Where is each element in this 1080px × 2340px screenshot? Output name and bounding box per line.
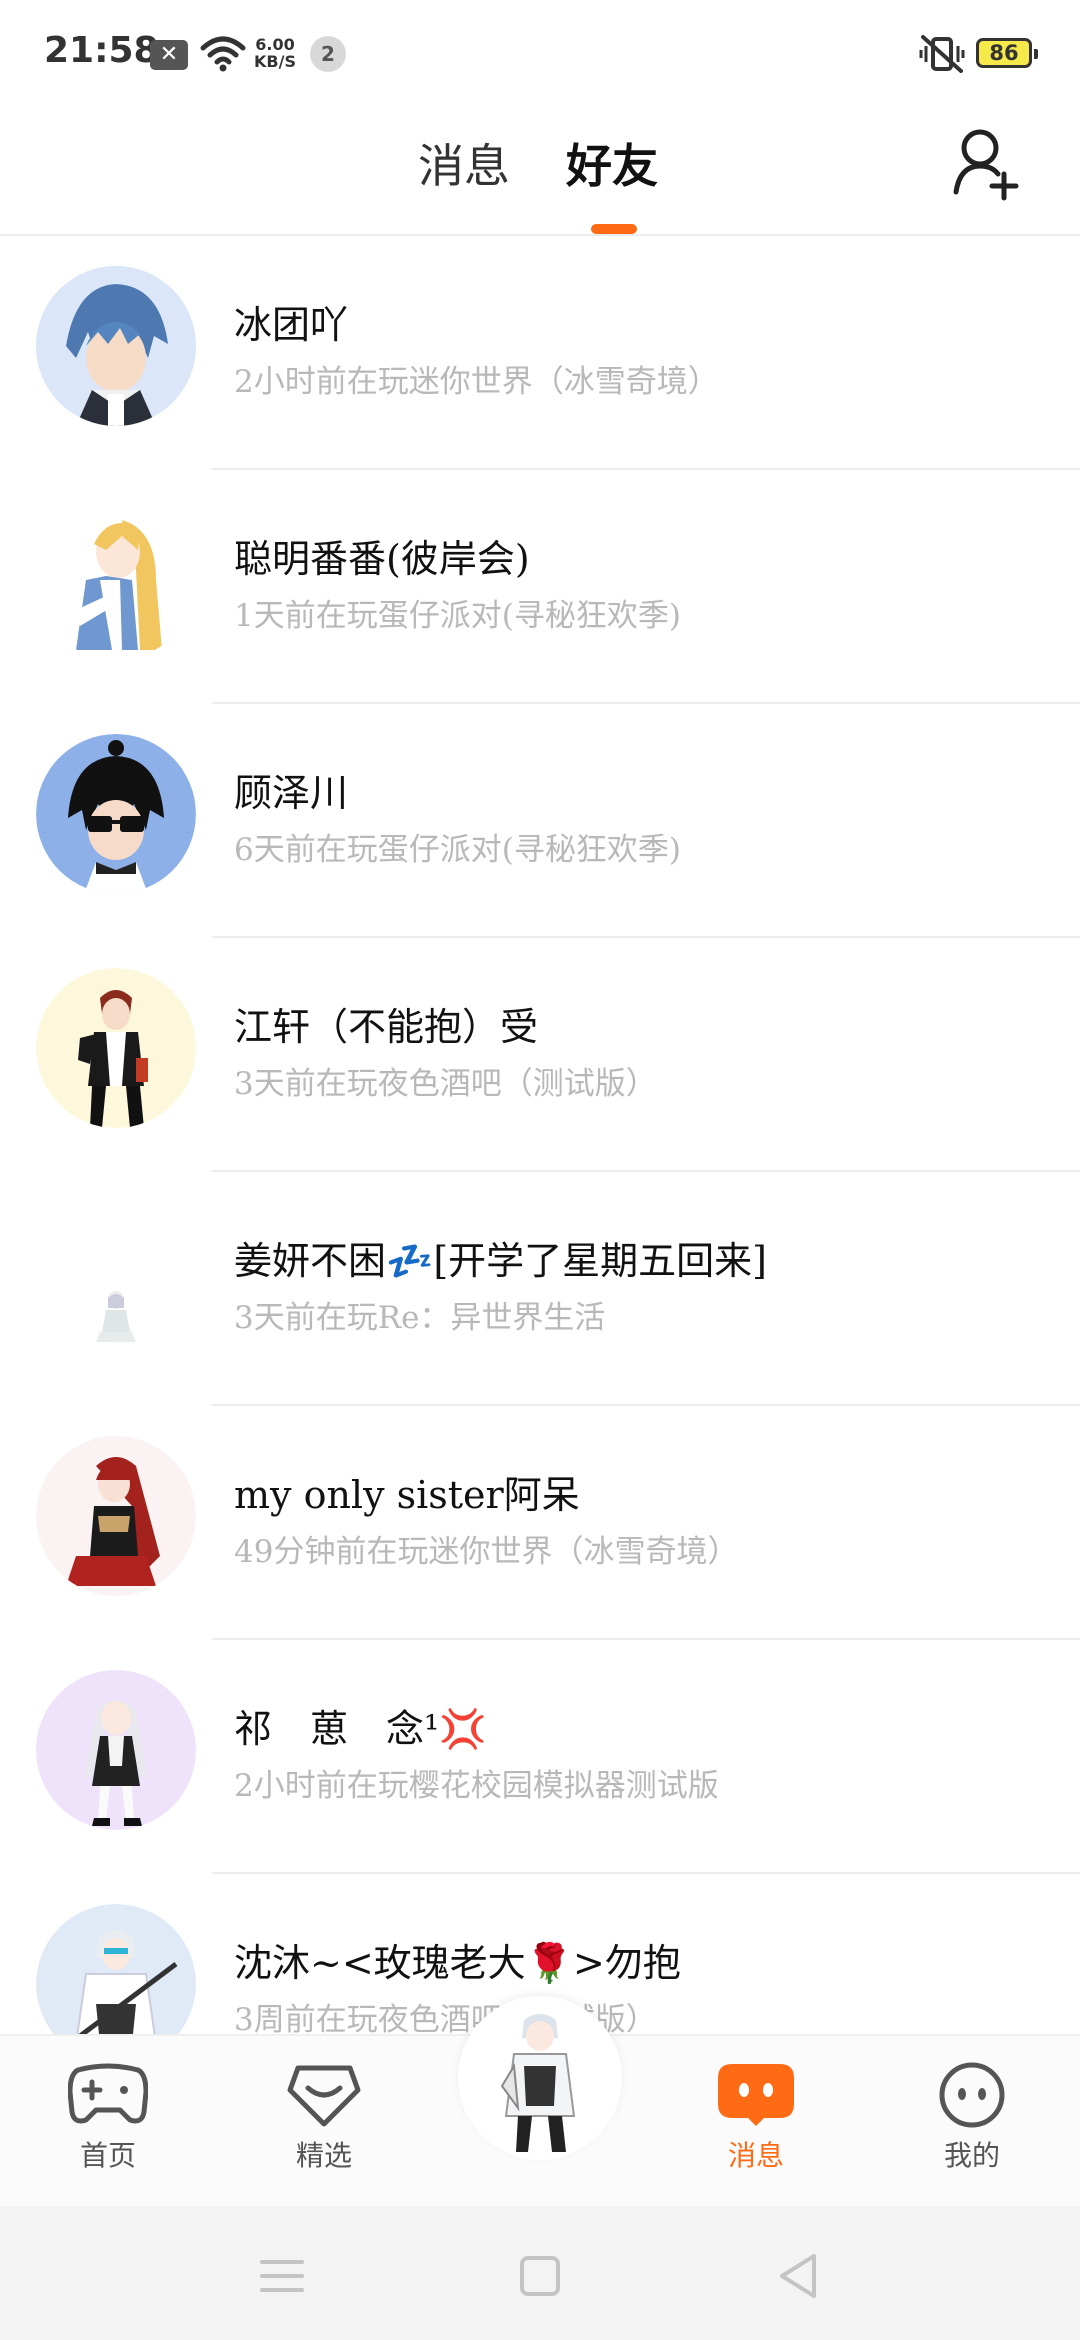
friend-avatar[interactable] xyxy=(36,1202,196,1362)
friend-avatar[interactable] xyxy=(36,1904,196,2034)
friend-avatar[interactable] xyxy=(36,1670,196,1830)
gamepad-icon xyxy=(68,2063,148,2124)
battery-indicator: 86 xyxy=(976,38,1038,68)
friend-status: 1天前在玩蛋仔派对(寻秘狂欢季) xyxy=(234,598,681,634)
friend-avatar[interactable] xyxy=(36,266,196,426)
friend-avatar[interactable] xyxy=(36,734,196,894)
friend-status: 3天前在玩Re：异世界生活 xyxy=(234,1300,606,1336)
friend-name: 姜妍不困💤[开学了星期五回来] xyxy=(234,1239,767,1283)
smiley-face-icon xyxy=(939,2062,1005,2128)
friend-name: 冰团吖 xyxy=(234,303,349,347)
heart-gem-icon xyxy=(287,2065,361,2127)
friend-status: 2小时前在玩迷你世界（冰雪奇境） xyxy=(234,364,719,400)
friend-status: 6天前在玩蛋仔派对(寻秘狂欢季) xyxy=(234,832,681,868)
friend-row[interactable]: 聪明番番(彼岸会) 1天前在玩蛋仔派对(寻秘狂欢季) xyxy=(0,470,1080,704)
friend-row[interactable]: my only sister阿呆 49分钟前在玩迷你世界（冰雪奇境） xyxy=(0,1406,1080,1640)
menu-icon[interactable] xyxy=(252,2246,312,2306)
nav-messages-label: 消息 xyxy=(727,2139,784,2172)
friend-avatar[interactable] xyxy=(36,968,196,1128)
friend-row[interactable]: 冰团吖 2小时前在玩迷你世界（冰雪奇境） xyxy=(0,236,1080,470)
notification-x-icon: ✕ xyxy=(150,40,188,70)
friend-avatar[interactable] xyxy=(36,1436,196,1596)
back-triangle-icon[interactable] xyxy=(768,2246,828,2306)
nav-featured[interactable]: 精选 xyxy=(254,2062,394,2174)
add-friend-icon[interactable] xyxy=(952,124,1024,204)
friend-status: 3天前在玩夜色酒吧（测试版） xyxy=(234,1066,657,1102)
vibrate-mute-icon xyxy=(919,35,965,73)
nav-mine[interactable]: 我的 xyxy=(902,2062,1042,2174)
friend-row[interactable]: 姜妍不困💤[开学了星期五回来] 3天前在玩Re：异世界生活 xyxy=(0,1172,1080,1406)
friend-name: 聪明番番(彼岸会) xyxy=(234,537,530,581)
nav-center-avatar[interactable] xyxy=(458,1996,622,2160)
tab-friends[interactable]: 好友 xyxy=(566,130,658,196)
friend-row[interactable]: 顾泽川 6天前在玩蛋仔派对(寻秘狂欢季) xyxy=(0,704,1080,938)
friend-list: 冰团吖 2小时前在玩迷你世界（冰雪奇境） 聪明番番(彼岸会) 1天前在玩蛋仔派对… xyxy=(0,236,1080,2034)
network-speed: 6.00 KB/S xyxy=(254,36,296,70)
nav-featured-label: 精选 xyxy=(295,2139,352,2172)
friend-status: 49分钟前在玩迷你世界（冰雪奇境） xyxy=(234,1534,739,1570)
status-time: 21:58 xyxy=(44,30,159,71)
status-bar: 21:58 ✕ 6.00 KB/S 2 86 xyxy=(0,0,1080,110)
nav-home[interactable]: 首页 xyxy=(38,2062,178,2174)
network-speed-value: 6.00 xyxy=(255,35,295,54)
friend-name: 顾泽川 xyxy=(234,771,349,815)
friend-name: 江轩（不能抱）受 xyxy=(234,1005,539,1049)
friend-name: 祁 葸 念¹💢 xyxy=(234,1707,487,1751)
friend-row[interactable]: 祁 葸 念¹💢 2小时前在玩樱花校园模拟器测试版 xyxy=(0,1640,1080,1874)
nav-messages[interactable]: 消息 xyxy=(686,2062,826,2174)
friend-status: 2小时前在玩樱花校园模拟器测试版 xyxy=(234,1768,719,1804)
notification-count-badge: 2 xyxy=(310,36,346,72)
message-bubble-icon xyxy=(718,2064,794,2126)
bottom-nav: 首页 精选 消息 我的 xyxy=(0,1996,1080,2206)
home-square-icon[interactable] xyxy=(510,2246,570,2306)
friend-name: 沈沐~<玫瑰老大🌹>勿抱 xyxy=(234,1941,681,1985)
friend-avatar[interactable] xyxy=(36,500,196,660)
active-tab-indicator xyxy=(591,224,637,234)
system-nav-bar xyxy=(0,2206,1080,2340)
network-speed-unit: KB/S xyxy=(254,52,296,71)
friend-name: my only sister阿呆 xyxy=(234,1473,580,1517)
nav-mine-label: 我的 xyxy=(943,2139,1000,2172)
top-tab-bar: 消息 好友 xyxy=(0,110,1080,236)
friend-row[interactable]: 江轩（不能抱）受 3天前在玩夜色酒吧（测试版） xyxy=(0,938,1080,1172)
tab-messages[interactable]: 消息 xyxy=(418,130,510,196)
nav-home-label: 首页 xyxy=(79,2139,136,2172)
wifi-icon xyxy=(200,36,246,72)
